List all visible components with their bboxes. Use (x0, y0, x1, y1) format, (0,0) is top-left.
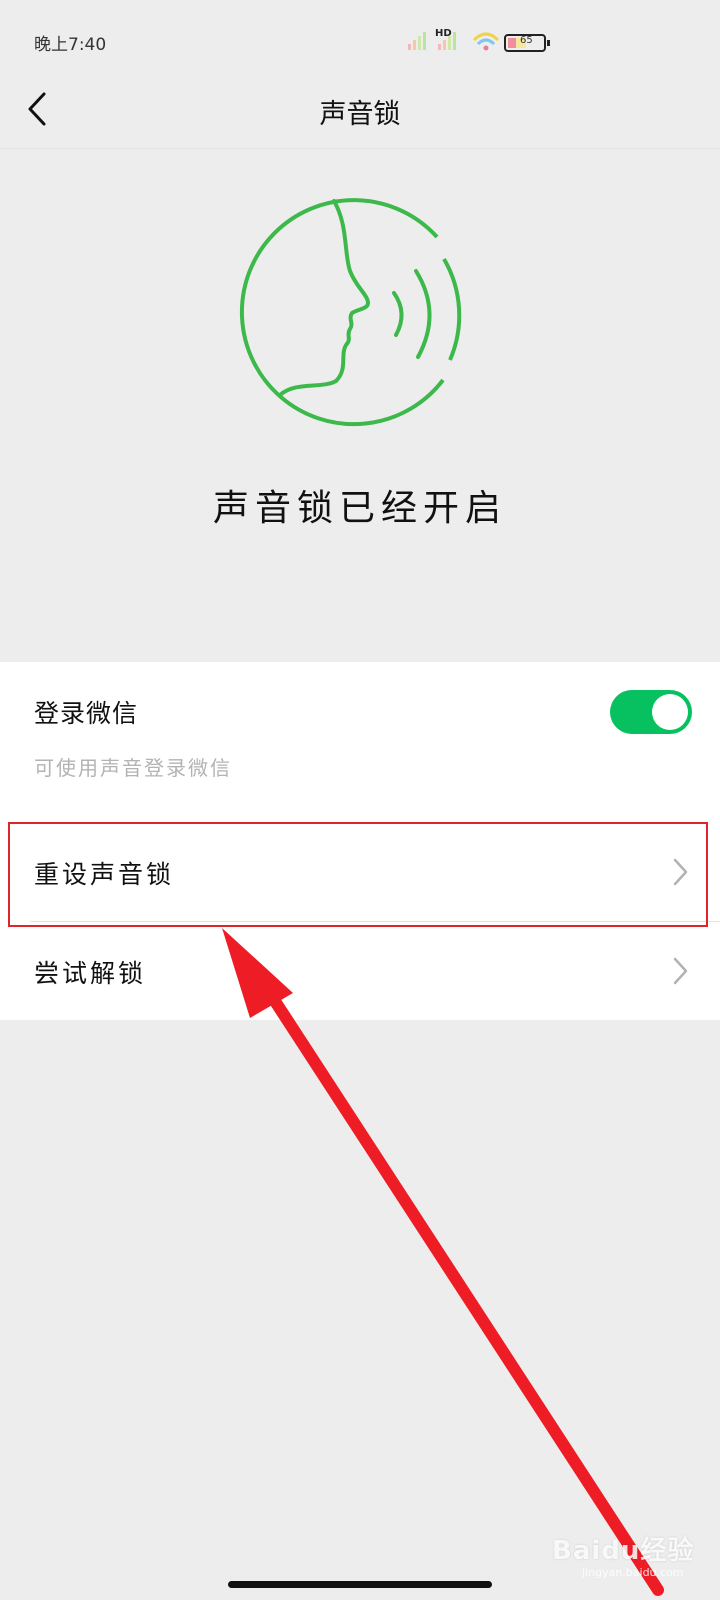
login-wechat-description: 可使用声音登录微信 (34, 756, 232, 780)
home-indicator[interactable] (228, 1581, 492, 1588)
toggle-knob (652, 694, 688, 730)
status-time: 晚上7:40 (34, 35, 107, 55)
voice-face-icon (239, 198, 462, 427)
login-wechat-label: 登录微信 (34, 699, 139, 728)
signal-icon (408, 32, 550, 52)
try-unlock-row[interactable]: 尝试解锁 (0, 922, 720, 1020)
header: 声音锁 (0, 70, 720, 149)
watermark-url: jingyan.baidu.com (582, 1566, 684, 1579)
battery-level: 65 (520, 35, 533, 46)
chevron-right-icon (673, 957, 688, 985)
voice-lock-status: 声音锁已经开启 (212, 488, 507, 529)
watermark-brand: Baidu经验 (552, 1536, 695, 1566)
login-wechat-row: 登录微信 可使用声音登录微信 (0, 662, 720, 822)
login-wechat-toggle[interactable] (610, 690, 692, 734)
hero-section: 声音锁已经开启 (0, 149, 720, 661)
page-title: 声音锁 (319, 99, 401, 130)
try-unlock-label: 尝试解锁 (34, 959, 147, 988)
network-label: HD (435, 28, 452, 39)
status-icons: HD 65 (408, 26, 568, 56)
highlight-box (8, 822, 708, 927)
